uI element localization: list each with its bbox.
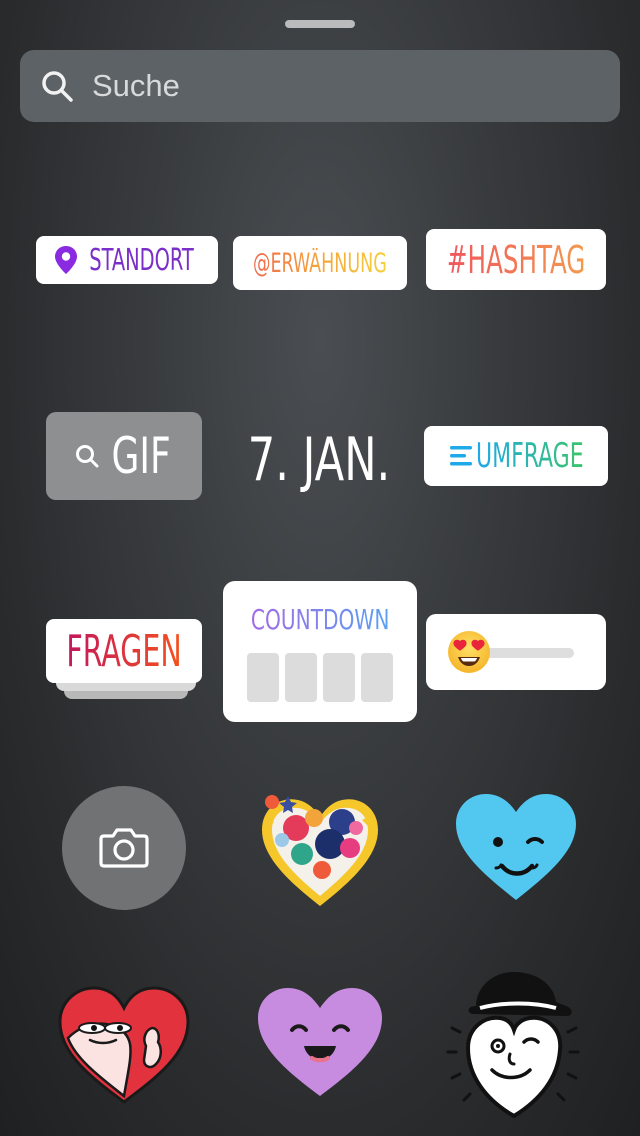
drag-handle[interactable] bbox=[285, 20, 355, 28]
countdown-sticker[interactable]: COUNTDOWN bbox=[223, 581, 417, 722]
poll-lines-icon bbox=[450, 446, 473, 466]
poll-sticker[interactable]: UMFRAGE bbox=[424, 426, 608, 486]
cartoon-face-hat-sticker[interactable] bbox=[446, 962, 582, 1122]
purple-smiling-heart-sticker[interactable] bbox=[254, 986, 386, 1100]
camera-sticker[interactable] bbox=[62, 786, 186, 910]
search-bar[interactable] bbox=[20, 50, 620, 122]
heart-eyes-emoji-icon bbox=[448, 631, 490, 673]
countdown-title-wrap: COUNTDOWN bbox=[223, 603, 417, 636]
questions-card: FRAGEN bbox=[46, 619, 202, 683]
emoji-slider-sticker[interactable] bbox=[426, 614, 606, 690]
pin-icon bbox=[55, 246, 78, 274]
date-label: 7. JAN. bbox=[247, 425, 391, 495]
countdown-box-4 bbox=[361, 653, 393, 702]
location-sticker[interactable]: STANDORT bbox=[36, 236, 218, 284]
heart-in-hands-sticker[interactable] bbox=[252, 788, 388, 910]
countdown-box-1 bbox=[247, 653, 279, 702]
search-icon bbox=[75, 445, 99, 468]
hashtag-label: #HASHTAG bbox=[446, 237, 586, 282]
date-sticker[interactable]: 7. JAN. bbox=[228, 422, 410, 498]
countdown-label: COUNTDOWN bbox=[250, 603, 390, 636]
poll-label: UMFRAGE bbox=[476, 436, 584, 476]
countdown-box-3 bbox=[323, 653, 355, 702]
questions-label: FRAGEN bbox=[66, 625, 182, 677]
mention-label: @ERWÄHNUNG bbox=[253, 247, 387, 279]
location-label: STANDORT bbox=[89, 242, 195, 278]
countdown-box-2 bbox=[285, 653, 317, 702]
search-input[interactable] bbox=[90, 67, 574, 105]
blue-winking-heart-sticker[interactable] bbox=[452, 792, 580, 904]
red-heart-character-sticker[interactable] bbox=[54, 984, 194, 1106]
hashtag-sticker[interactable]: #HASHTAG bbox=[426, 229, 606, 290]
mention-sticker[interactable]: @ERWÄHNUNG bbox=[233, 236, 407, 290]
gif-sticker[interactable]: GIF bbox=[46, 412, 202, 500]
camera-icon bbox=[99, 828, 149, 868]
questions-sticker[interactable]: FRAGEN bbox=[46, 619, 202, 701]
gif-label: GIF bbox=[111, 427, 171, 485]
search-icon bbox=[42, 71, 73, 102]
